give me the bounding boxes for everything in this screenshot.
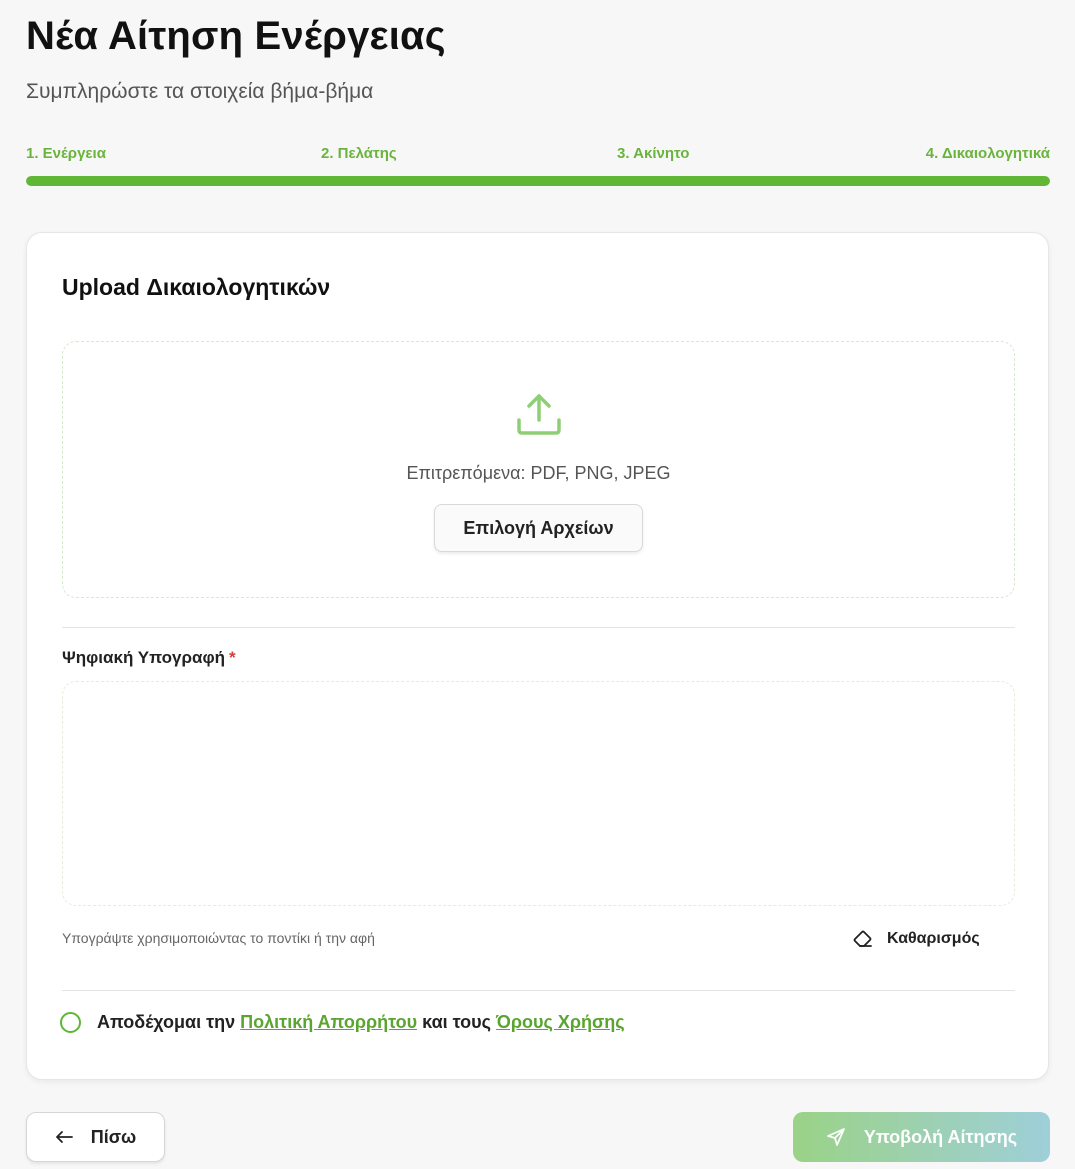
upload-icon — [517, 394, 561, 435]
allowed-file-types: Επιτρεπόμενα: PDF, PNG, JPEG — [406, 463, 671, 483]
submit-label: Υποβολή Αίτησης — [863, 1126, 1018, 1147]
clear-signature-label: Καθαρισμός — [887, 930, 980, 947]
progress-fill — [26, 176, 1050, 186]
clear-signature-button[interactable]: Καθαρισμός — [853, 925, 980, 953]
consent-prefix: Αποδέχομαι την — [97, 1012, 236, 1032]
arrow-left-icon — [55, 1131, 73, 1143]
consent-text: Αποδέχομαι την Πολιτική Απορρήτου και το… — [97, 1012, 625, 1033]
choose-files-button[interactable]: Επιλογή Αρχείων — [434, 504, 643, 552]
step-4-label: 4. Δικαιολογητικά — [925, 145, 1050, 162]
consent-middle: και τους — [422, 1012, 491, 1032]
upload-section-title: Upload Δικαιολογητικών — [62, 274, 331, 300]
form-card: Upload Δικαιολογητικών Επιτρεπόμενα: PDF… — [26, 232, 1049, 1080]
stepper: 1. Ενέργεια 2. Πελάτης 3. Ακίνητο 4. Δικ… — [26, 145, 1050, 165]
send-icon — [826, 1128, 845, 1146]
submit-application-button[interactable]: Υποβολή Αίτησης — [793, 1112, 1050, 1162]
back-button[interactable]: Πίσω — [26, 1112, 165, 1162]
signature-hint: Υπογράψτε χρησιμοποιώντας το ποντίκι ή τ… — [62, 930, 375, 946]
step-1-label: 1. Ενέργεια — [26, 145, 106, 162]
terms-of-use-link[interactable]: Όρους Χρήσης — [496, 1012, 625, 1032]
page-title: Νέα Αίτηση Ενέργειας — [26, 14, 446, 58]
divider — [62, 627, 1015, 628]
page-subtitle: Συμπληρώστε τα στοιχεία βήμα-βήμα — [26, 80, 374, 103]
file-dropzone[interactable]: Επιτρεπόμενα: PDF, PNG, JPEG Επιλογή Αρχ… — [62, 341, 1015, 598]
divider — [62, 990, 1015, 991]
eraser-icon — [853, 930, 872, 947]
signature-pad[interactable] — [62, 681, 1015, 906]
consent-checkbox[interactable] — [60, 1012, 81, 1033]
consent-row: Αποδέχομαι την Πολιτική Απορρήτου και το… — [60, 1012, 625, 1033]
step-3-label: 3. Ακίνητο — [617, 145, 690, 162]
back-label: Πίσω — [90, 1126, 137, 1147]
step-2-label: 2. Πελάτης — [321, 145, 397, 162]
signature-label-text: Ψηφιακή Υπογραφή — [62, 648, 225, 667]
progress-bar — [26, 176, 1050, 186]
signature-label: Ψηφιακή Υπογραφή * — [62, 648, 236, 668]
privacy-policy-link[interactable]: Πολιτική Απορρήτου — [240, 1012, 417, 1032]
required-marker: * — [229, 648, 236, 667]
